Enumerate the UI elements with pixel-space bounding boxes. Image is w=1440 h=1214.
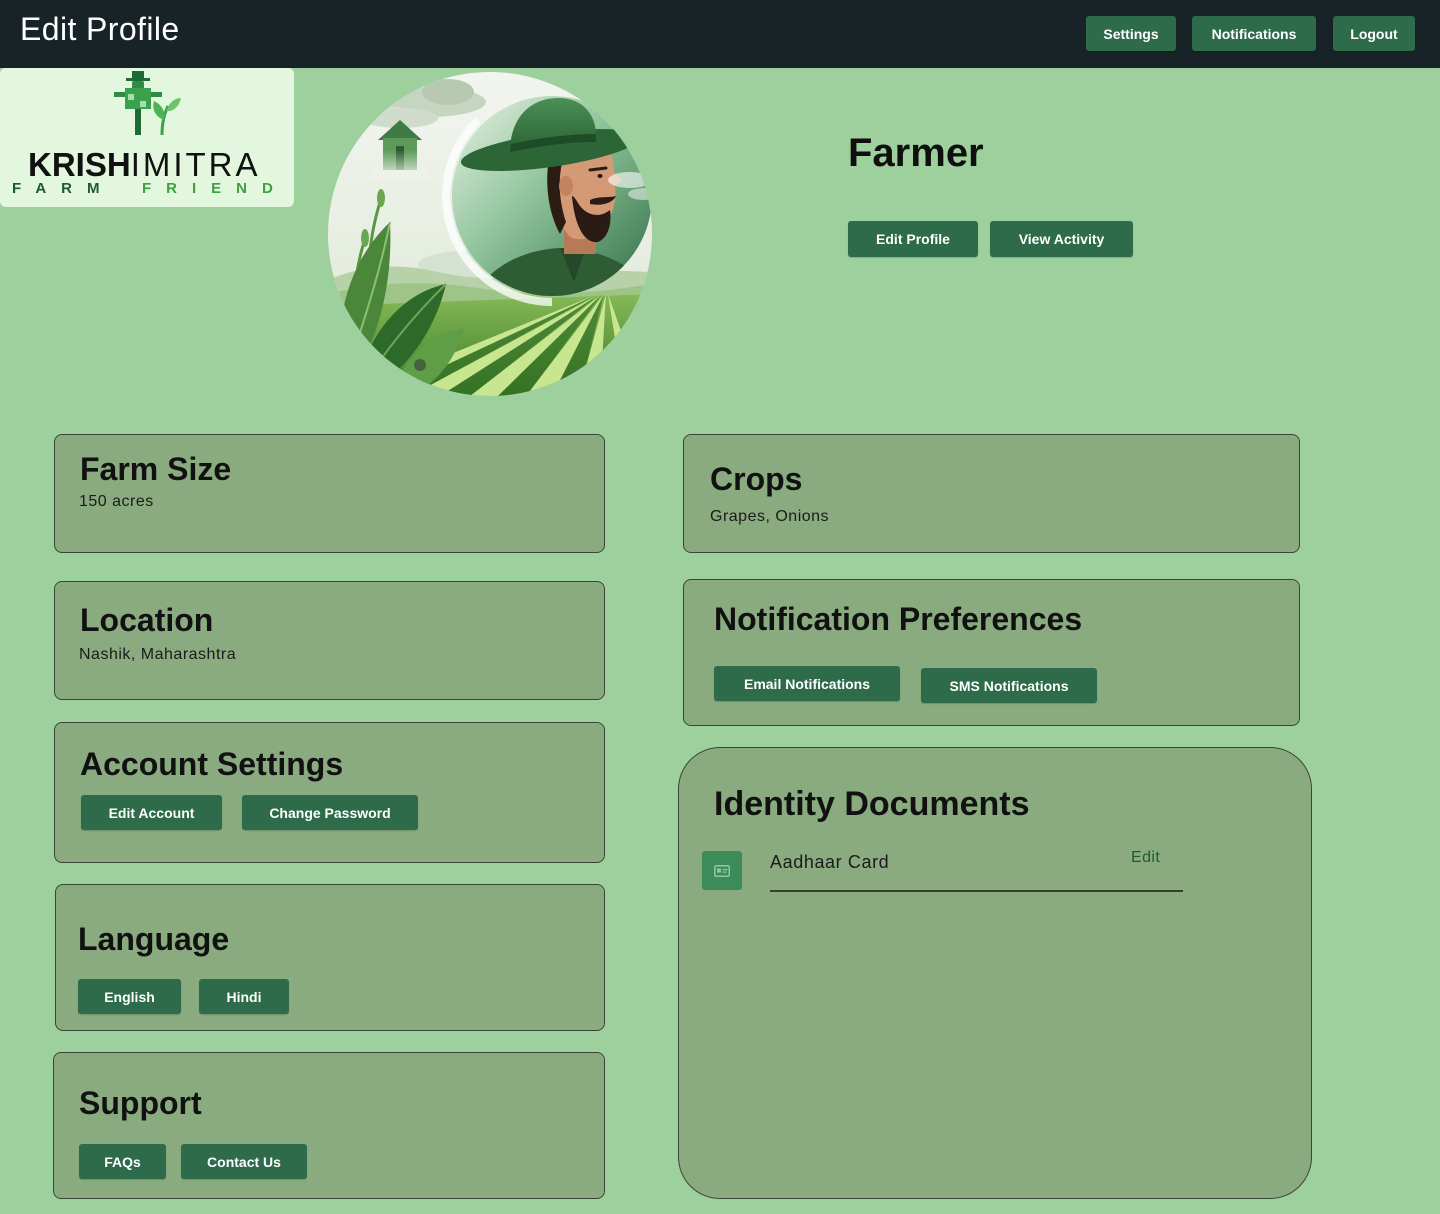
settings-button[interactable]: Settings — [1086, 16, 1176, 51]
support-title: Support — [79, 1085, 202, 1121]
brand-logo[interactable]: KRISHIMITRA FARM FRIEND — [0, 68, 294, 207]
brand-tagline-first: FARM — [12, 180, 115, 197]
brand-wordmark-light: IMITRA — [130, 146, 261, 183]
notifications-button[interactable]: Notifications — [1192, 16, 1316, 51]
brand-tagline-second: FRIEND — [142, 180, 288, 197]
scarecrow-logo-icon — [114, 71, 181, 136]
profile-avatar — [328, 72, 652, 396]
document-divider — [770, 890, 1183, 892]
brand-wordmark: KRISHIMITRA — [28, 146, 261, 184]
location-value: Nashik, Maharashtra — [79, 646, 237, 663]
top-bar: Edit Profile Settings Notifications Logo… — [0, 0, 1440, 68]
crops-value: Grapes, Onions — [710, 508, 830, 525]
farm-size-value: 150 acres — [79, 493, 154, 510]
view-activity-button[interactable]: View Activity — [990, 221, 1133, 257]
language-hindi-button[interactable]: Hindi — [199, 979, 289, 1014]
location-title: Location — [80, 602, 214, 638]
brand-wordmark-bold: KRISH — [28, 146, 131, 183]
language-title: Language — [78, 921, 230, 957]
faqs-button[interactable]: FAQs — [79, 1144, 166, 1179]
farm-size-card: Farm Size 150 acres — [54, 434, 605, 553]
edit-account-button[interactable]: Edit Account — [81, 795, 222, 830]
language-english-button[interactable]: English — [78, 979, 181, 1014]
farm-size-title: Farm Size — [80, 451, 232, 487]
notification-preferences-card: Notification Preferences Email Notificat… — [683, 579, 1300, 726]
change-password-button[interactable]: Change Password — [242, 795, 418, 830]
profile-name: Farmer — [848, 131, 984, 175]
crops-title: Crops — [710, 461, 803, 497]
account-settings-card: Account Settings Edit Account Change Pas… — [54, 722, 605, 863]
language-card: Language English Hindi — [55, 884, 605, 1031]
location-card: Location Nashik, Maharashtra — [54, 581, 605, 700]
account-settings-title: Account Settings — [80, 746, 344, 782]
identity-documents-card: Identity Documents Aadhaar Card Edit — [678, 747, 1312, 1199]
contact-us-button[interactable]: Contact Us — [181, 1144, 307, 1179]
edit-profile-button[interactable]: Edit Profile — [848, 221, 978, 257]
support-card: Support FAQs Contact Us — [53, 1052, 605, 1199]
page-title: Edit Profile — [20, 11, 180, 47]
logout-button[interactable]: Logout — [1333, 16, 1415, 51]
email-notifications-button[interactable]: Email Notifications — [714, 666, 900, 701]
document-name: Aadhaar Card — [770, 852, 890, 872]
notification-preferences-title: Notification Preferences — [714, 601, 1083, 637]
crops-card: Crops Grapes, Onions — [683, 434, 1300, 553]
identity-documents-title: Identity Documents — [714, 785, 1030, 823]
sms-notifications-button[interactable]: SMS Notifications — [921, 668, 1097, 703]
id-card-icon — [702, 851, 742, 890]
document-edit-link[interactable]: Edit — [1131, 848, 1160, 868]
